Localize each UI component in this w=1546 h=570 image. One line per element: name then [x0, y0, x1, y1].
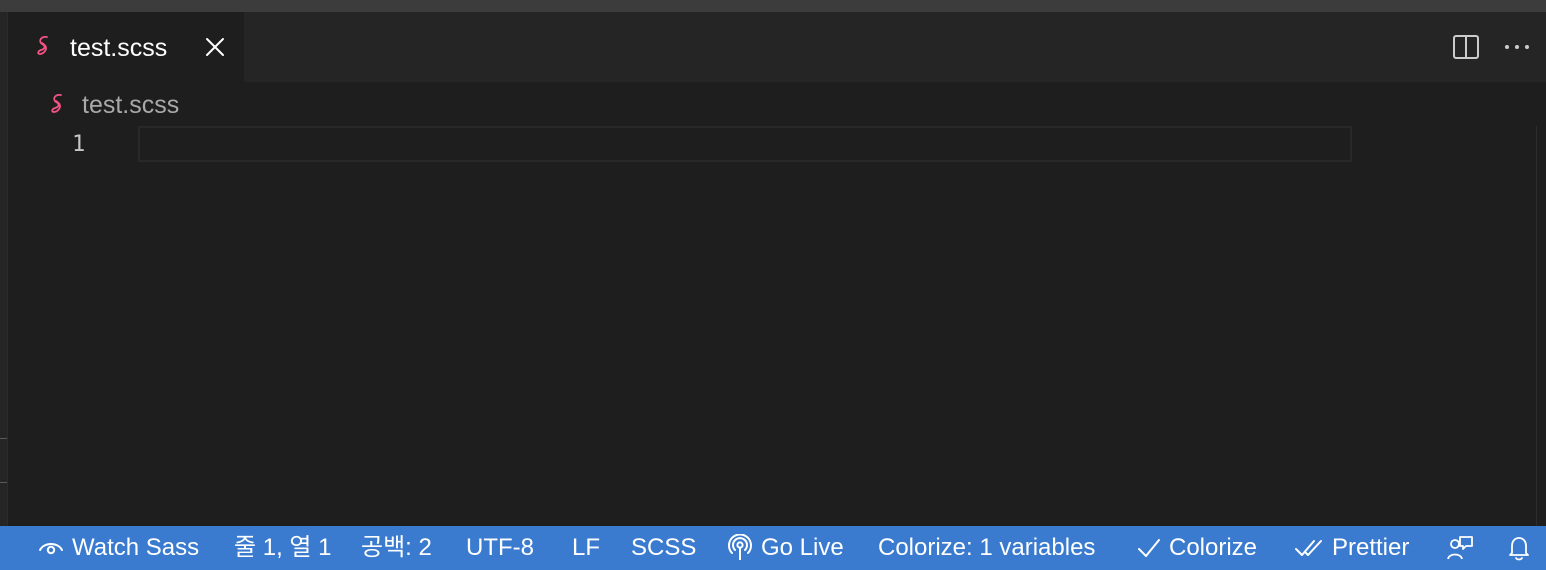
watch-sass-button[interactable]: Watch Sass — [38, 526, 199, 570]
status-bar: Watch Sass 줄 1, 열 1 공백: 2 UTF-8 LF SCSS … — [0, 526, 1546, 570]
tab-test-scss[interactable]: test.scss — [8, 12, 244, 82]
more-actions-icon[interactable] — [1502, 36, 1532, 58]
eol-label: LF — [572, 534, 601, 561]
go-live-label: Go Live — [761, 534, 844, 561]
line-number: 1 — [72, 132, 86, 157]
encoding-button[interactable]: UTF-8 — [466, 526, 534, 570]
breadcrumb-file[interactable]: test.scss — [82, 90, 179, 120]
cursor-position[interactable]: 줄 1, 열 1 — [234, 526, 332, 570]
colorize-variables-button[interactable]: Colorize: 1 variables — [878, 526, 1095, 570]
tab-label: test.scss — [70, 34, 168, 62]
tab-bar: test.scss — [8, 12, 1546, 82]
title-strip — [0, 0, 1546, 12]
prettier-button[interactable]: Prettier — [1294, 526, 1409, 570]
bell-icon — [1509, 537, 1529, 561]
watch-sass-label: Watch Sass — [72, 534, 200, 561]
sass-icon — [37, 35, 48, 55]
language-mode-button[interactable]: SCSS — [631, 526, 696, 570]
minimap-edge — [1536, 126, 1537, 526]
cursor-position-label: 줄 1, 열 1 — [234, 534, 332, 561]
sass-icon — [51, 93, 62, 113]
eye-icon — [39, 543, 63, 555]
indentation-label: 공백: 2 — [361, 534, 432, 561]
activity-edge — [0, 12, 8, 526]
prettier-label: Prettier — [1332, 534, 1410, 561]
close-icon[interactable] — [204, 36, 226, 58]
feedback-icon — [1447, 536, 1473, 560]
indentation-button[interactable]: 공백: 2 — [361, 526, 432, 570]
split-editor-icon[interactable] — [1452, 34, 1480, 60]
colorize-label: Colorize — [1169, 534, 1258, 561]
colorize-variables-label: Colorize: 1 variables — [878, 534, 1096, 561]
broadcast-icon — [728, 534, 752, 560]
eol-button[interactable]: LF — [572, 526, 600, 570]
go-live-button[interactable]: Go Live — [727, 526, 844, 570]
language-label: SCSS — [631, 534, 697, 561]
encoding-label: UTF-8 — [466, 534, 534, 561]
colorize-button[interactable]: Colorize — [1137, 526, 1257, 570]
check-icon — [1138, 539, 1160, 557]
current-line-highlight[interactable] — [138, 126, 1352, 162]
breadcrumb: test.scss — [8, 82, 1546, 126]
notifications-button[interactable] — [1506, 526, 1532, 570]
feedback-button[interactable] — [1446, 526, 1474, 570]
code-editor[interactable]: 1 — [8, 126, 1546, 526]
double-check-icon — [1295, 540, 1322, 556]
